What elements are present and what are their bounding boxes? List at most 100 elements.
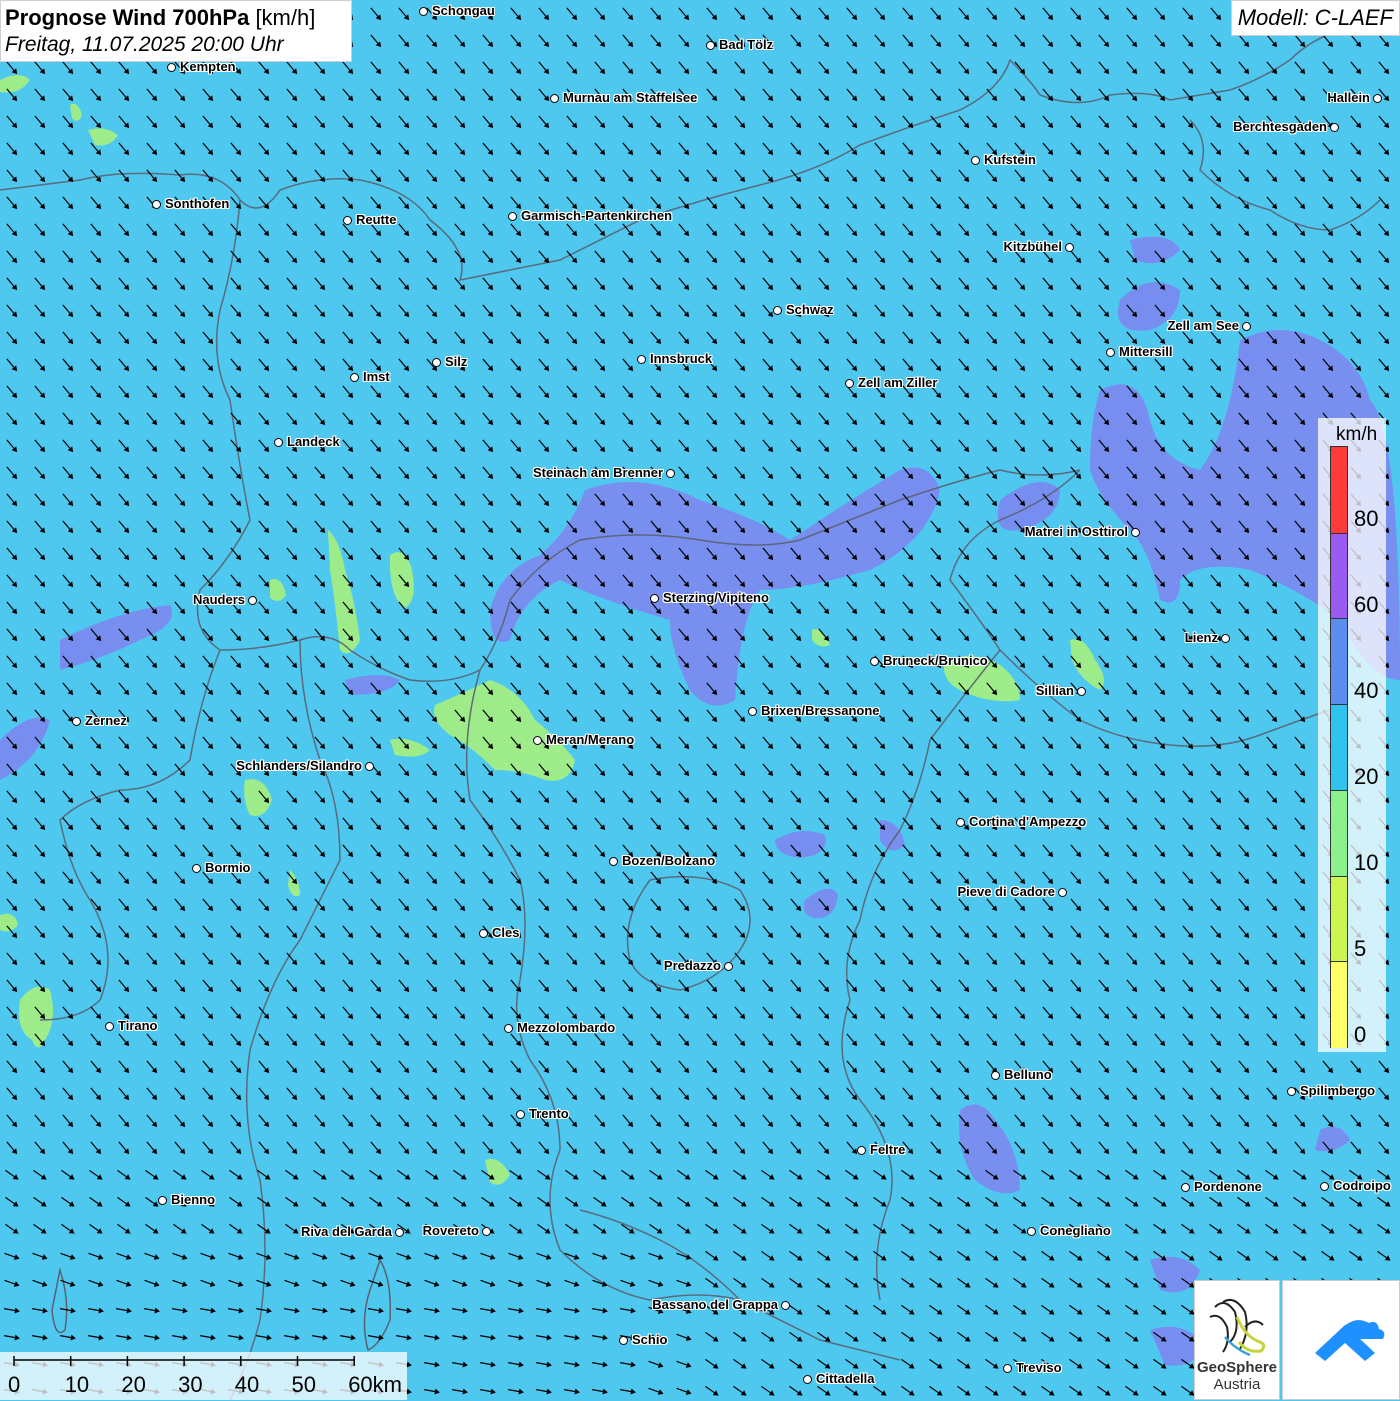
city-marker	[516, 1110, 525, 1119]
city-marker	[1287, 1087, 1296, 1096]
city-label[interactable]: Lienz	[1185, 631, 1218, 645]
city-label[interactable]: Cittadella	[816, 1372, 875, 1386]
city-label[interactable]: Pordenone	[1194, 1180, 1262, 1194]
city-label[interactable]: Meran/Merano	[546, 733, 634, 747]
city-label[interactable]: Spilimbergo	[1300, 1084, 1375, 1098]
city-label[interactable]: Zell am See	[1167, 319, 1239, 333]
city-label[interactable]: Tirano	[118, 1019, 158, 1033]
city-label[interactable]: Rovereto	[423, 1224, 479, 1238]
city-label[interactable]: Bormio	[205, 861, 251, 875]
city-label[interactable]: Kufstein	[984, 153, 1036, 167]
legend-label: 80	[1354, 506, 1378, 532]
city-marker	[1131, 528, 1140, 537]
city-label[interactable]: Berchtesgaden	[1233, 120, 1327, 134]
city-label[interactable]: Mezzolombardo	[517, 1021, 615, 1035]
city-marker	[550, 94, 559, 103]
city-label[interactable]: Sillian	[1036, 684, 1074, 698]
city-marker	[350, 373, 359, 382]
city-label[interactable]: Kempten	[180, 60, 236, 74]
city-label[interactable]: Murnau am Staffelsee	[563, 91, 697, 105]
legend-label: 40	[1354, 678, 1378, 704]
scale-label: 30	[178, 1372, 202, 1398]
title-unit: [km/h]	[255, 5, 315, 30]
city-label[interactable]: Zell am Ziller	[858, 376, 937, 390]
scale-label: 40	[235, 1372, 259, 1398]
city-label[interactable]: Codroipo	[1333, 1179, 1391, 1193]
scale-bar-line	[0, 1352, 407, 1400]
city-marker	[845, 379, 854, 388]
city-marker	[748, 707, 757, 716]
city-label[interactable]: Reutte	[356, 213, 396, 227]
city-label[interactable]: Sterzing/Vipiteno	[663, 591, 769, 605]
app-logo[interactable]	[1282, 1280, 1400, 1400]
city-label[interactable]: Trento	[529, 1107, 569, 1121]
city-marker	[956, 818, 965, 827]
city-label[interactable]: Brixen/Bressanone	[761, 704, 880, 718]
city-marker	[1181, 1183, 1190, 1192]
legend-swatch	[1331, 704, 1347, 791]
city-label[interactable]: Imst	[363, 370, 390, 384]
city-label[interactable]: Zernez	[85, 714, 127, 728]
city-label[interactable]: Bozen/Bolzano	[622, 854, 715, 868]
city-label[interactable]: Conegliano	[1040, 1224, 1111, 1238]
city-label[interactable]: Kitzbühel	[1004, 240, 1063, 254]
city-marker	[343, 216, 352, 225]
city-label[interactable]: Pieve di Cadore	[957, 885, 1055, 899]
city-label[interactable]: Bienno	[171, 1193, 215, 1207]
city-label[interactable]: Mittersill	[1119, 345, 1172, 359]
legend-swatch	[1331, 533, 1347, 620]
city-marker	[248, 596, 257, 605]
city-label[interactable]: Feltre	[870, 1143, 905, 1157]
logo-name: GeoSphere	[1195, 1359, 1279, 1376]
city-marker	[781, 1301, 790, 1310]
city-marker	[637, 355, 646, 364]
city-marker	[105, 1022, 114, 1031]
city-label[interactable]: Belluno	[1004, 1068, 1052, 1082]
city-label[interactable]: Bruneck/Brunico	[883, 654, 988, 668]
city-label[interactable]: Garmisch-Partenkirchen	[521, 209, 672, 223]
city-marker	[857, 1146, 866, 1155]
city-label[interactable]: Landeck	[287, 435, 340, 449]
city-label[interactable]: Bad Tölz	[719, 38, 773, 52]
city-marker	[619, 1336, 628, 1345]
city-label[interactable]: Sonthofen	[165, 197, 229, 211]
city-label[interactable]: Innsbruck	[650, 352, 712, 366]
city-label[interactable]: Predazzo	[664, 959, 721, 973]
city-marker	[72, 717, 81, 726]
city-marker	[432, 358, 441, 367]
geosphere-logo[interactable]: GeoSphere Austria	[1194, 1280, 1280, 1400]
city-label[interactable]: Steinach am Brenner	[533, 466, 663, 480]
legend-swatch	[1331, 447, 1347, 533]
legend-swatch	[1331, 961, 1347, 1048]
city-label[interactable]: Schongau	[432, 4, 495, 18]
city-label[interactable]: Matrei in Osttirol	[1025, 525, 1128, 539]
city-label[interactable]: Bassano del Grappa	[652, 1298, 778, 1312]
legend-label: 5	[1354, 936, 1366, 962]
city-label[interactable]: Cles	[492, 926, 519, 940]
city-marker	[1221, 634, 1230, 643]
city-marker	[533, 736, 542, 745]
city-label[interactable]: Treviso	[1016, 1361, 1062, 1375]
city-marker	[666, 469, 675, 478]
title: Prognose Wind 700hPa [km/h]	[5, 4, 347, 32]
city-label[interactable]: Schio	[632, 1333, 667, 1347]
scale-label: 0	[8, 1372, 20, 1398]
wind-map[interactable]: Schongau Bad Tölz Kempten Murnau am Staffel…	[0, 0, 1400, 1400]
city-label[interactable]: Hallein	[1327, 91, 1370, 105]
color-legend: km/h 806040201050	[1318, 418, 1386, 1052]
city-marker	[724, 962, 733, 971]
scale-label: 50	[292, 1372, 316, 1398]
city-label[interactable]: Silz	[445, 355, 467, 369]
city-label[interactable]: Schwaz	[786, 303, 834, 317]
city-label[interactable]: Nauders	[193, 593, 245, 607]
city-label[interactable]: Riva del Garda	[301, 1225, 392, 1239]
city-marker	[1330, 123, 1339, 132]
city-marker	[1373, 94, 1382, 103]
city-label[interactable]: Cortina d'Ampezzo	[969, 815, 1086, 829]
city-label[interactable]: Schlanders/Silandro	[236, 759, 362, 773]
city-marker	[158, 1196, 167, 1205]
city-marker	[1027, 1227, 1036, 1236]
city-marker	[650, 594, 659, 603]
scale-label: 10	[65, 1372, 89, 1398]
city-marker	[167, 63, 176, 72]
